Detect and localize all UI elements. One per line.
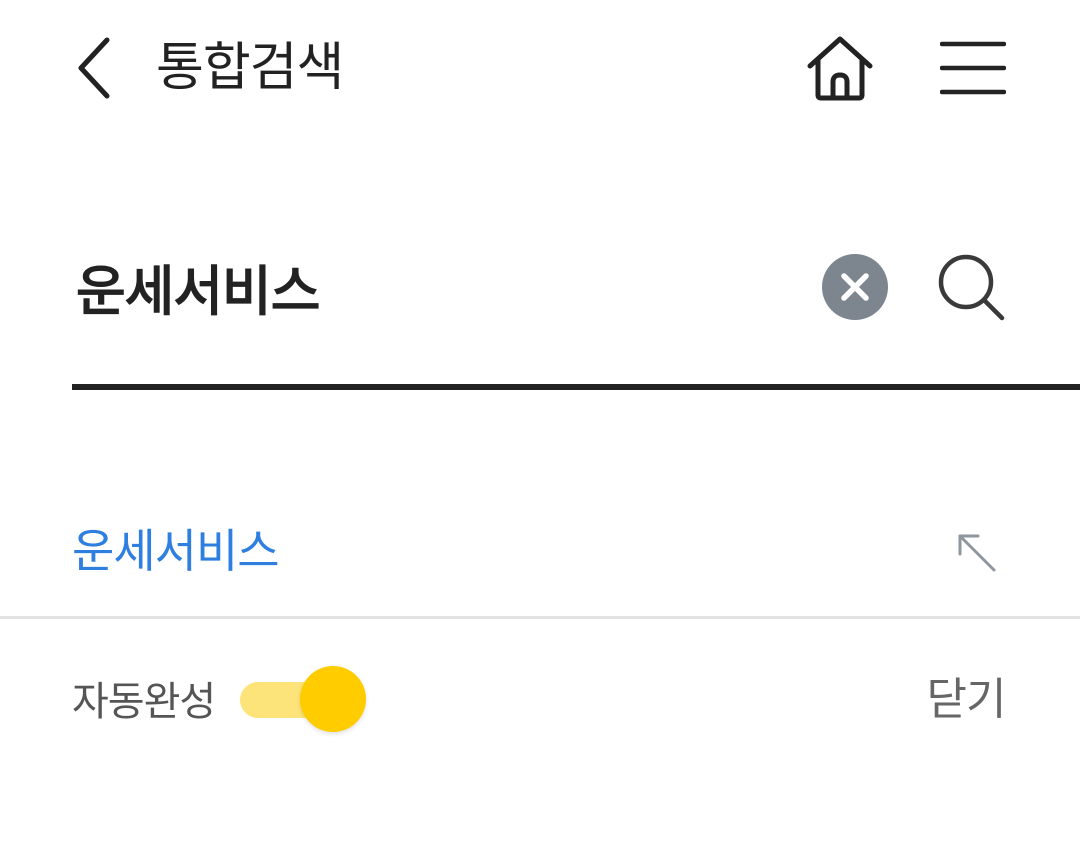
search-input[interactable]: [76, 246, 776, 326]
divider: [0, 616, 1080, 619]
toggle-knob: [300, 666, 366, 732]
back-button[interactable]: [60, 28, 130, 108]
hamburger-menu-icon: [940, 41, 1006, 95]
home-button[interactable]: [796, 26, 884, 110]
suggestion-text: 운세서비스: [72, 524, 280, 578]
autocomplete-toggle[interactable]: [236, 664, 370, 738]
clear-search-button[interactable]: [818, 250, 892, 324]
autocomplete-label: 자동완성: [72, 679, 216, 725]
close-button[interactable]: 닫기: [916, 664, 1016, 736]
arrow-up-left-icon: [958, 534, 996, 572]
home-icon: [807, 36, 873, 101]
fill-query-button[interactable]: [946, 522, 1006, 582]
search-icon: [938, 254, 1005, 321]
search-button[interactable]: [930, 246, 1014, 330]
page-title: 통합검색: [156, 38, 344, 98]
clear-circle-icon: [822, 254, 888, 320]
menu-button[interactable]: [928, 26, 1018, 110]
chevron-left-icon: [78, 37, 110, 99]
suggestion-item[interactable]: 운세서비스: [0, 500, 1080, 612]
search-underline: [72, 384, 1080, 390]
